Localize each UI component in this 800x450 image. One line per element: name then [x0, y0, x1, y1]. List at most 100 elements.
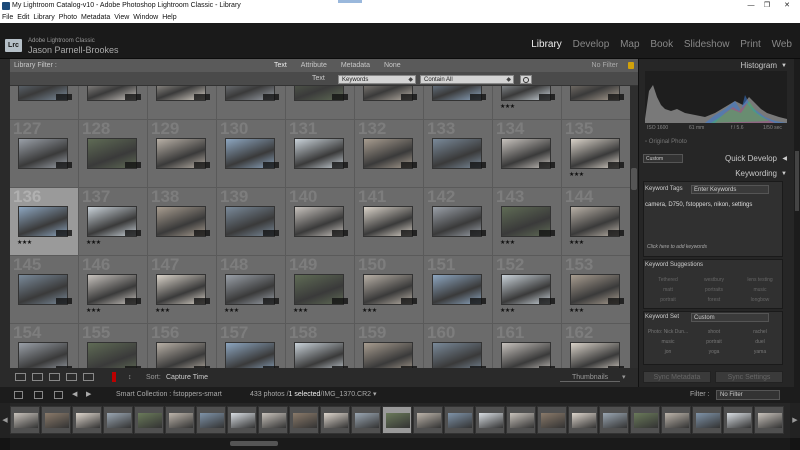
filmstrip-thumbnail[interactable] — [382, 406, 412, 434]
toolbar-menu-icon[interactable]: ▾ — [622, 368, 626, 387]
filmstrip-right-arrow-icon[interactable]: ▶ — [790, 403, 800, 438]
star-rating[interactable]: ★★★ — [293, 307, 308, 314]
grid-cell[interactable]: 144 ★★★ — [562, 188, 630, 256]
filmstrip-thumbnail[interactable] — [103, 406, 133, 434]
search-icon[interactable] — [520, 75, 532, 84]
metadata-badge-icon[interactable] — [263, 94, 279, 100]
grid-icon[interactable] — [34, 391, 43, 399]
star-rating[interactable]: ★★★ — [500, 239, 515, 246]
filmstrip-thumbnail[interactable] — [630, 406, 660, 434]
grid-cell[interactable]: 130 — [217, 120, 286, 188]
metadata-badge-icon[interactable] — [539, 298, 555, 304]
suggestion-item[interactable]: portraits — [691, 287, 737, 293]
keyword-set-item[interactable]: yoga — [691, 349, 737, 355]
survey-view-icon[interactable] — [66, 373, 77, 381]
grid-cell[interactable]: 132 — [355, 120, 424, 188]
metadata-badge-icon[interactable] — [125, 230, 141, 236]
filter-preset[interactable]: No Filter — [592, 59, 618, 72]
grid-cell[interactable] — [148, 86, 217, 120]
star-rating[interactable]: ★★★ — [17, 239, 32, 246]
star-rating[interactable]: ★★★ — [569, 239, 584, 246]
menu-library[interactable]: Library — [33, 14, 54, 21]
star-rating[interactable]: ★★★ — [86, 239, 101, 246]
grid-cell[interactable]: 147 ★★★ — [148, 256, 217, 324]
grid-cell[interactable]: 155 — [79, 324, 148, 368]
loupe-view-icon[interactable] — [32, 373, 43, 381]
module-map[interactable]: Map — [620, 39, 639, 50]
star-rating[interactable]: ★★★ — [362, 307, 377, 314]
metadata-badge-icon[interactable] — [470, 298, 486, 304]
filmstrip-thumbnail[interactable] — [10, 406, 40, 434]
metadata-badge-icon[interactable] — [263, 162, 279, 168]
metadata-badge-icon[interactable] — [263, 298, 279, 304]
filmstrip-thumbnail[interactable] — [289, 406, 319, 434]
filmstrip-thumbnail[interactable] — [320, 406, 350, 434]
metadata-badge-icon[interactable] — [332, 230, 348, 236]
metadata-badge-icon[interactable] — [401, 298, 417, 304]
metadata-badge-icon[interactable] — [56, 230, 72, 236]
filmstrip-thumbnail[interactable] — [506, 406, 536, 434]
star-rating[interactable]: ★★★ — [224, 307, 239, 314]
grid-cell[interactable]: 152 ★★★ — [493, 256, 562, 324]
collapse-triangle-icon[interactable]: ◀ — [782, 153, 787, 165]
filmstrip-thumbnail[interactable] — [754, 406, 784, 434]
metadata-badge-icon[interactable] — [263, 230, 279, 236]
filmstrip-thumbnail[interactable] — [723, 406, 753, 434]
menu-view[interactable]: View — [114, 14, 129, 21]
metadata-badge-icon[interactable] — [401, 94, 417, 100]
menu-window[interactable]: Window — [133, 14, 158, 21]
scrollbar-thumb[interactable] — [230, 441, 278, 446]
keyword-set-item[interactable]: rachel — [737, 329, 783, 335]
keyword-set-item[interactable]: portrait — [691, 339, 737, 345]
grid-cell[interactable]: 128 — [79, 120, 148, 188]
keywording-header[interactable]: Keywording ▼ — [639, 168, 789, 180]
grid-cell[interactable]: 133 — [424, 120, 493, 188]
filmstrip-thumbnail[interactable] — [258, 406, 288, 434]
filmstrip-thumbnail[interactable] — [413, 406, 443, 434]
photo-thumbnail[interactable] — [156, 342, 206, 368]
grid-cell[interactable] — [562, 86, 630, 120]
keyword-set-item[interactable]: yama — [737, 349, 783, 355]
scrollbar-thumb[interactable] — [795, 151, 799, 211]
filmstrip-thumbnail[interactable] — [692, 406, 722, 434]
metadata-badge-icon[interactable] — [470, 94, 486, 100]
photo-count-file[interactable]: /IMG_1370.CR2 ▾ — [320, 391, 376, 398]
grid-cell[interactable]: 150 ★★★ — [355, 256, 424, 324]
filmstrip-filter-select[interactable]: No Filter — [716, 390, 780, 400]
keyword-set-item[interactable]: music — [645, 339, 691, 345]
menu-photo[interactable]: Photo — [59, 14, 77, 21]
metadata-badge-icon[interactable] — [332, 94, 348, 100]
grid-cell[interactable]: 153 ★★★ — [562, 256, 630, 324]
suggestion-item[interactable]: lens testing — [737, 277, 783, 283]
metadata-badge-icon[interactable] — [608, 94, 624, 100]
keyword-set-item[interactable]: duel — [737, 339, 783, 345]
grid-cell[interactable]: 146 ★★★ — [79, 256, 148, 324]
menu-help[interactable]: Help — [162, 14, 176, 21]
suggestion-item[interactable]: longbow — [737, 297, 783, 303]
photo-thumbnail[interactable] — [294, 342, 344, 368]
filmstrip-thumbnail[interactable] — [72, 406, 102, 434]
photo-thumbnail[interactable] — [363, 342, 413, 368]
metadata-badge-icon[interactable] — [194, 298, 210, 304]
keyword-tags-mode[interactable]: Enter Keywords — [691, 185, 769, 194]
metadata-badge-icon[interactable] — [125, 298, 141, 304]
metadata-badge-icon[interactable] — [56, 94, 72, 100]
add-keywords-field[interactable]: Click here to add keywords — [647, 244, 707, 250]
second-window-icon[interactable] — [14, 391, 23, 399]
grid-cell[interactable]: 143 ★★★ — [493, 188, 562, 256]
keyword-set-item[interactable]: jon — [645, 349, 691, 355]
module-develop[interactable]: Develop — [573, 39, 610, 50]
grid-scrollbar[interactable] — [630, 86, 638, 368]
grid-cell[interactable]: 160 — [424, 324, 493, 368]
metadata-badge-icon[interactable] — [401, 230, 417, 236]
metadata-badge-icon[interactable] — [470, 230, 486, 236]
suggestion-item[interactable]: matt — [645, 287, 691, 293]
suggestion-item[interactable]: westbury — [691, 277, 737, 283]
metadata-badge-icon[interactable] — [608, 230, 624, 236]
grid-cell[interactable]: 134 — [493, 120, 562, 188]
grid-cell[interactable]: 162 — [562, 324, 630, 368]
metadata-badge-icon[interactable] — [539, 230, 555, 236]
filmstrip-thumbnail[interactable] — [599, 406, 629, 434]
grid-cell[interactable]: 131 — [286, 120, 355, 188]
module-book[interactable]: Book — [650, 39, 673, 50]
